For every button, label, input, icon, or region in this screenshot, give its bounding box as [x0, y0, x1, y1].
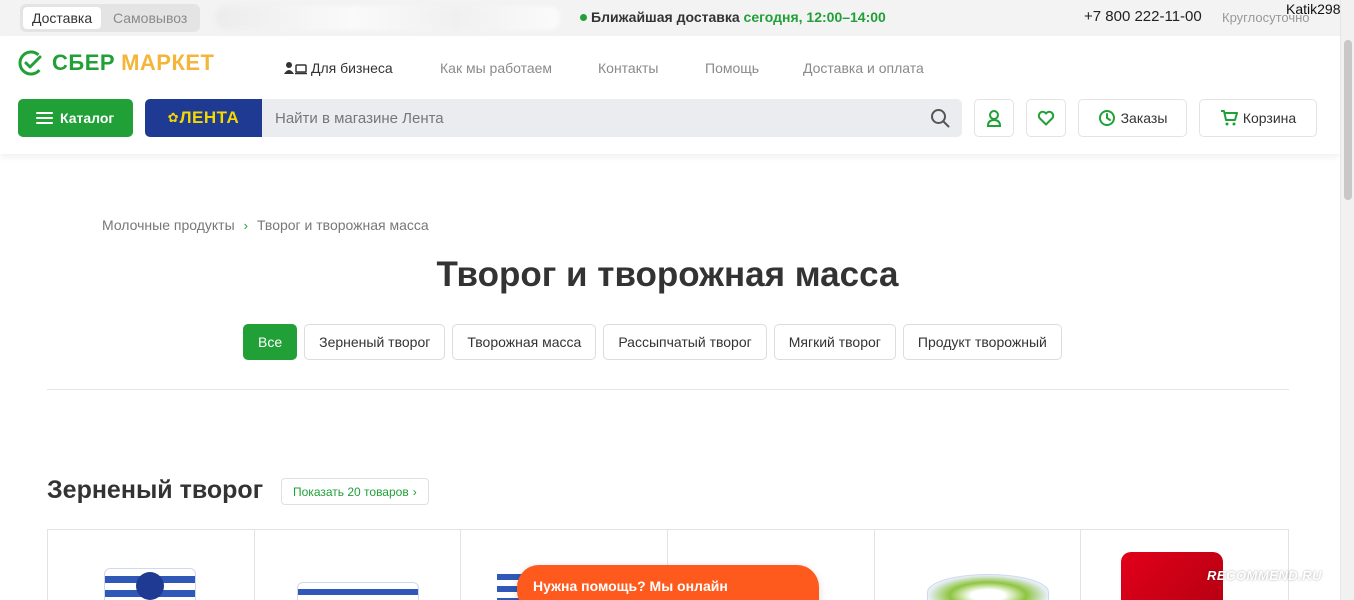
orders-label: Заказы	[1120, 110, 1168, 126]
address-field-blurred[interactable]	[215, 6, 560, 30]
clock-history-icon	[1098, 110, 1115, 126]
breadcrumb-dairy[interactable]: Молочные продукты	[102, 217, 235, 233]
profile-button[interactable]	[974, 99, 1014, 137]
cart-icon	[1220, 110, 1238, 126]
top-bar: Доставка Самовывоз Ближайшая доставка се…	[0, 0, 1348, 36]
chip-grained-cottage-cheese[interactable]: Зерненый творог	[304, 324, 446, 360]
sber-checkmark-icon	[18, 50, 44, 76]
page-title: Творог и творожная масса	[436, 255, 899, 294]
breadcrumb: Молочные продукты › Творог и творожная мас…	[102, 217, 429, 233]
sbermarket-logo[interactable]: СБЕР МАРКЕТ	[18, 49, 215, 77]
nav-for-business-label: Для бизнеса	[311, 60, 393, 76]
chip-crumbly-cottage-cheese[interactable]: Рассыпчатый творог	[603, 324, 767, 360]
heart-icon	[1037, 110, 1055, 126]
lenta-flower-icon: ✿	[167, 110, 179, 125]
search-bar: ✿ ЛЕНТА	[145, 99, 962, 137]
delivery-prefix: Ближайшая доставка	[591, 9, 740, 25]
nearest-delivery-info: Ближайшая доставка сегодня, 12:00–14:00	[580, 9, 886, 25]
breadcrumb-current[interactable]: Творог и творожная масса	[257, 217, 429, 233]
user-icon	[986, 110, 1002, 127]
nav-how-we-work[interactable]: Как мы работаем	[440, 60, 552, 76]
chevron-right-icon: ›	[243, 218, 248, 233]
business-people-icon	[284, 62, 307, 75]
nav-for-business[interactable]: Для бизнеса	[283, 60, 393, 76]
chip-soft-cottage-cheese[interactable]: Мягкий творог	[773, 324, 896, 360]
nav-help[interactable]: Помощь	[705, 60, 759, 76]
chip-curd-mass[interactable]: Творожная масса	[452, 324, 597, 360]
search-input[interactable]	[262, 99, 962, 137]
product-card[interactable]	[1081, 530, 1288, 600]
pickup-mode-button[interactable]: Самовывоз	[104, 7, 196, 29]
show-all-label: Показать 20 товаров	[293, 484, 409, 499]
chevron-right-icon: ›	[412, 484, 417, 499]
page-root: Доставка Самовывоз Ближайшая доставка се…	[0, 0, 1354, 600]
recommend-watermark: RECOMMEND.RU	[1207, 568, 1323, 583]
store-selector-lenta[interactable]: ✿ ЛЕНТА	[145, 99, 262, 137]
chip-all[interactable]: Все	[243, 324, 298, 360]
store-name: ЛЕНТА	[179, 108, 240, 127]
category-filter-chips: Все Зерненый творог Творожная масса Расс…	[243, 324, 1069, 360]
nav-contacts[interactable]: Контакты	[598, 60, 658, 76]
orders-button[interactable]: Заказы	[1078, 99, 1187, 137]
nav-delivery-payment[interactable]: Доставка и оплата	[803, 60, 924, 76]
catalog-label: Каталог	[60, 110, 115, 126]
user-watermark: Katik2988	[1286, 1, 1349, 17]
delivery-mode-toggle: Доставка Самовывоз	[20, 4, 200, 32]
scrollbar-thumb[interactable]	[1344, 40, 1352, 200]
product-image	[296, 582, 419, 600]
product-mascot-image	[136, 572, 164, 600]
chip-curd-product[interactable]: Продукт творожный	[902, 324, 1062, 360]
delivery-mode-button[interactable]: Доставка	[23, 7, 102, 29]
logo-text: СБЕР МАРКЕТ	[52, 50, 215, 75]
support-phone[interactable]: +7 800 222-11-00	[1084, 8, 1202, 25]
delivery-time: сегодня, 12:00–14:00	[743, 9, 886, 25]
search-icon[interactable]	[930, 108, 950, 128]
product-card[interactable]	[875, 530, 1082, 600]
product-card[interactable]	[48, 530, 255, 600]
page-scrollbar[interactable]	[1340, 0, 1354, 600]
site-header: СБЕР МАРКЕТ Для бизнеса Как мы работаем К…	[0, 36, 1340, 154]
section-title: Зерненый творог	[47, 476, 264, 504]
product-image	[926, 574, 1049, 600]
help-chat-widget[interactable]: Нужна помощь? Мы онлайн	[517, 565, 825, 600]
product-card[interactable]	[255, 530, 462, 600]
section-divider	[47, 389, 1289, 390]
catalog-button[interactable]: Каталог	[18, 99, 133, 137]
menu-icon	[36, 112, 53, 124]
favorites-button[interactable]	[1026, 99, 1066, 137]
cart-label: Корзина	[1242, 110, 1297, 126]
cart-button[interactable]: Корзина	[1199, 99, 1317, 137]
status-dot-icon	[580, 14, 587, 21]
show-all-products-button[interactable]: Показать 20 товаров ›	[281, 478, 429, 505]
